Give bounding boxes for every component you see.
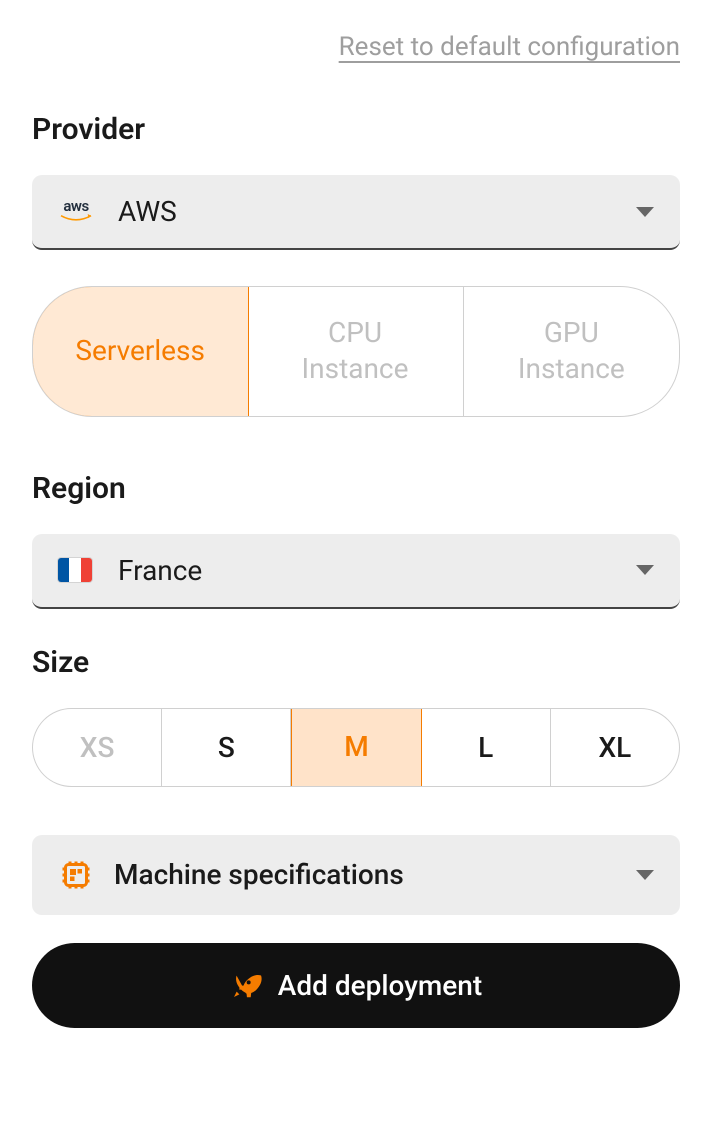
instance-type-tabs: Serverless CPU Instance GPU Instance [32,286,680,417]
size-option-s[interactable]: S [162,709,291,786]
tab-label-line1: GPU [544,315,599,351]
add-deployment-button[interactable]: Add deployment [32,943,680,1028]
tab-gpu-instance[interactable]: GPU Instance [464,287,679,416]
aws-logo-icon: aws [58,199,106,224]
size-option-xl[interactable]: XL [551,709,679,786]
size-title: Size [32,645,680,680]
provider-dropdown[interactable]: aws AWS [32,175,680,250]
chevron-down-icon [636,870,654,880]
machine-spec-label: Machine specifications [114,858,636,891]
tab-label-line2: Instance [518,351,625,387]
region-selected-label: France [118,554,636,587]
add-deployment-label: Add deployment [278,969,482,1002]
chevron-down-icon [636,207,654,217]
tab-label-line2: Instance [302,351,409,387]
machine-specifications-toggle[interactable]: Machine specifications [32,835,680,915]
tab-label: Serverless [75,333,205,369]
tab-serverless[interactable]: Serverless [32,286,249,417]
region-dropdown[interactable]: France [32,534,680,609]
size-option-l[interactable]: L [422,709,551,786]
provider-selected-label: AWS [118,195,636,228]
size-option-m[interactable]: M [291,708,421,787]
tab-cpu-instance[interactable]: CPU Instance [247,287,463,416]
provider-title: Provider [32,112,680,147]
reset-link[interactable]: Reset to default configuration [32,32,680,62]
region-title: Region [32,471,680,506]
chevron-down-icon [636,565,654,575]
size-option-xs[interactable]: XS [33,709,162,786]
chip-icon [58,857,94,893]
rocket-icon [230,969,262,1001]
size-options: XS S M L XL [32,708,680,787]
tab-label-line1: CPU [328,315,382,351]
flag-france-icon [58,558,106,582]
